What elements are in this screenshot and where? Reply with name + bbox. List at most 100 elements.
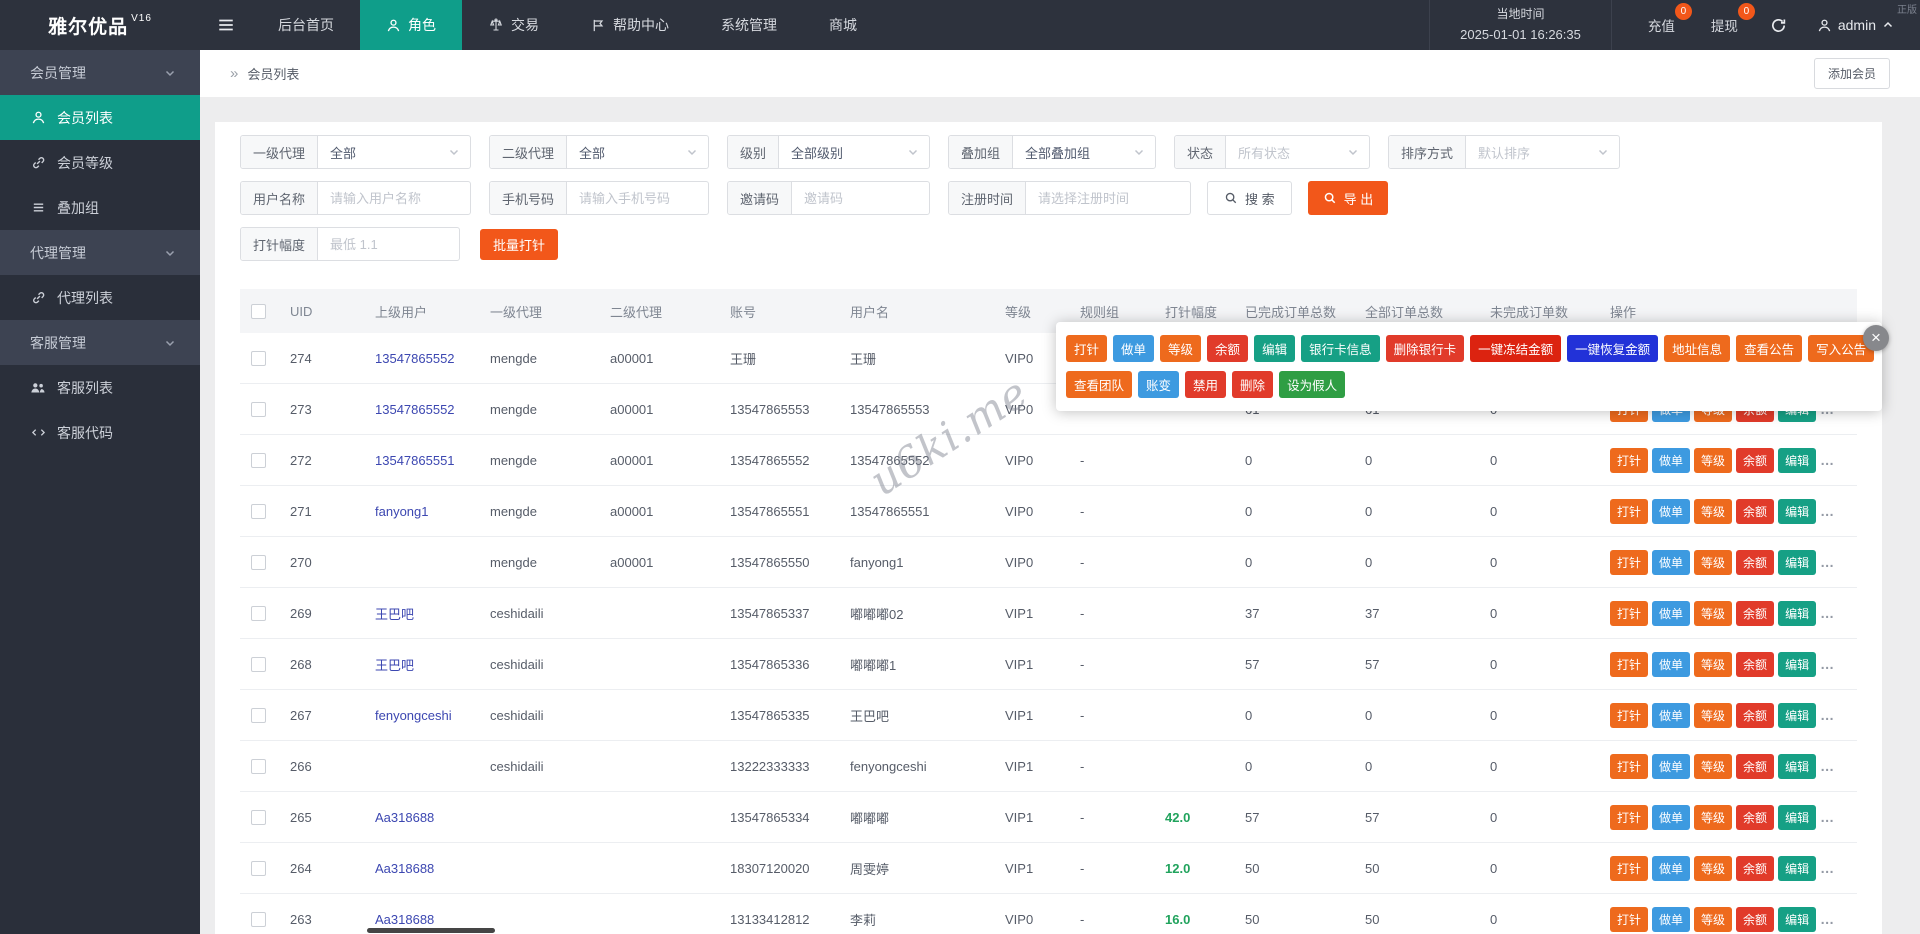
agent1-select[interactable]: 一级代理 全部 bbox=[240, 135, 471, 169]
row-action-inject[interactable]: 打针 bbox=[1610, 600, 1649, 626]
inject-range-input[interactable] bbox=[318, 228, 459, 260]
row-checkbox[interactable] bbox=[250, 350, 266, 366]
nav-item-system[interactable]: 系统管理 bbox=[695, 0, 803, 50]
horizontal-scrollbar[interactable] bbox=[367, 928, 495, 933]
withdraw-button[interactable]: 提现 0 bbox=[1711, 3, 1755, 35]
popup-action-delete[interactable]: 删除 bbox=[1232, 371, 1274, 398]
popup-action-freeze-amount[interactable]: 一键冻结金额 bbox=[1470, 335, 1562, 362]
popup-action-view-notice[interactable]: 查看公告 bbox=[1736, 335, 1803, 362]
row-action-more[interactable]: … bbox=[1820, 452, 1835, 468]
row-action-inject[interactable]: 打针 bbox=[1610, 804, 1649, 830]
select-all-checkbox[interactable] bbox=[250, 303, 266, 319]
batch-inject-button[interactable]: 批量打针 bbox=[480, 228, 559, 260]
popup-action-inject[interactable]: 打针 bbox=[1066, 335, 1108, 362]
row-checkbox[interactable] bbox=[250, 911, 266, 927]
row-action-inject[interactable]: 打针 bbox=[1610, 906, 1649, 932]
row-action-balance[interactable]: 余额 bbox=[1736, 753, 1775, 779]
row-action-more[interactable]: … bbox=[1820, 503, 1835, 519]
status-select[interactable]: 状态 所有状态 bbox=[1174, 135, 1370, 169]
sort-select[interactable]: 排序方式 默认排序 bbox=[1388, 135, 1620, 169]
invite-code-input[interactable] bbox=[792, 182, 929, 214]
row-action-balance[interactable]: 余额 bbox=[1736, 702, 1775, 728]
row-action-balance[interactable]: 余额 bbox=[1736, 498, 1775, 524]
search-button[interactable]: 搜 索 bbox=[1207, 181, 1292, 215]
row-action-level[interactable]: 等级 bbox=[1694, 498, 1733, 524]
row-action-edit[interactable]: 编辑 bbox=[1778, 549, 1817, 575]
nav-item-help-center[interactable]: 帮助中心 bbox=[565, 0, 695, 50]
popup-action-make-order[interactable]: 做单 bbox=[1113, 335, 1155, 362]
row-action-inject[interactable]: 打针 bbox=[1610, 702, 1649, 728]
popup-action-view-team[interactable]: 查看团队 bbox=[1066, 371, 1133, 398]
username-input[interactable] bbox=[318, 182, 470, 214]
row-checkbox[interactable] bbox=[250, 452, 266, 468]
row-action-level[interactable]: 等级 bbox=[1694, 855, 1733, 881]
parent-user-link[interactable]: 13547865552 bbox=[375, 402, 455, 417]
sidebar-item-member-level[interactable]: 会员等级 bbox=[0, 140, 200, 185]
sidebar-group-agents[interactable]: 代理管理 bbox=[0, 230, 200, 275]
row-action-edit[interactable]: 编辑 bbox=[1778, 498, 1817, 524]
sidebar-item-member-list[interactable]: 会员列表 bbox=[0, 95, 200, 140]
parent-user-link[interactable]: fenyongceshi bbox=[375, 708, 452, 723]
row-action-level[interactable]: 等级 bbox=[1694, 906, 1733, 932]
parent-user-link[interactable]: fanyong1 bbox=[375, 504, 429, 519]
hamburger-icon[interactable] bbox=[200, 0, 252, 50]
row-action-level[interactable]: 等级 bbox=[1694, 600, 1733, 626]
export-button[interactable]: 导 出 bbox=[1307, 181, 1389, 215]
row-checkbox[interactable] bbox=[250, 605, 266, 621]
phone-input[interactable] bbox=[567, 182, 708, 214]
row-action-level[interactable]: 等级 bbox=[1694, 702, 1733, 728]
nav-item-trade[interactable]: 交易 bbox=[462, 0, 565, 50]
popup-action-delete-bank-card[interactable]: 删除银行卡 bbox=[1385, 335, 1465, 362]
sidebar-item-support-code[interactable]: 客服代码 bbox=[0, 410, 200, 455]
row-action-more[interactable]: … bbox=[1820, 707, 1835, 723]
row-action-inject[interactable]: 打针 bbox=[1610, 549, 1649, 575]
row-action-balance[interactable]: 余额 bbox=[1736, 804, 1775, 830]
row-action-balance[interactable]: 余额 bbox=[1736, 549, 1775, 575]
parent-user-link[interactable]: 王巴吧 bbox=[375, 658, 414, 673]
sidebar-item-support-list[interactable]: 客服列表 bbox=[0, 365, 200, 410]
row-action-edit[interactable]: 编辑 bbox=[1778, 651, 1817, 677]
row-checkbox[interactable] bbox=[250, 758, 266, 774]
row-action-inject[interactable]: 打针 bbox=[1610, 651, 1649, 677]
popup-action-bank-card-info[interactable]: 银行卡信息 bbox=[1301, 335, 1380, 362]
popup-action-set-fake-user[interactable]: 设为假人 bbox=[1279, 371, 1346, 398]
row-action-balance[interactable]: 余额 bbox=[1736, 855, 1775, 881]
nav-item-home[interactable]: 后台首页 bbox=[252, 0, 360, 50]
row-checkbox[interactable] bbox=[250, 707, 266, 723]
row-action-make-order[interactable]: 做单 bbox=[1652, 447, 1691, 473]
row-action-edit[interactable]: 编辑 bbox=[1778, 447, 1817, 473]
row-action-make-order[interactable]: 做单 bbox=[1652, 600, 1691, 626]
row-action-inject[interactable]: 打针 bbox=[1610, 855, 1649, 881]
popup-action-balance[interactable]: 余额 bbox=[1207, 335, 1249, 362]
sidebar-group-support[interactable]: 客服管理 bbox=[0, 320, 200, 365]
row-action-make-order[interactable]: 做单 bbox=[1652, 549, 1691, 575]
row-action-level[interactable]: 等级 bbox=[1694, 804, 1733, 830]
row-action-balance[interactable]: 余额 bbox=[1736, 447, 1775, 473]
row-action-more[interactable]: … bbox=[1820, 656, 1835, 672]
level-select[interactable]: 级别 全部级别 bbox=[727, 135, 930, 169]
row-action-level[interactable]: 等级 bbox=[1694, 447, 1733, 473]
row-action-balance[interactable]: 余额 bbox=[1736, 906, 1775, 932]
popup-action-restore-amount[interactable]: 一键恢复金额 bbox=[1567, 335, 1659, 362]
row-action-edit[interactable]: 编辑 bbox=[1778, 600, 1817, 626]
register-time-input[interactable] bbox=[1026, 182, 1190, 214]
row-action-inject[interactable]: 打针 bbox=[1610, 498, 1649, 524]
row-checkbox[interactable] bbox=[250, 809, 266, 825]
row-action-edit[interactable]: 编辑 bbox=[1778, 702, 1817, 728]
agent2-select[interactable]: 二级代理 全部 bbox=[489, 135, 709, 169]
row-action-level[interactable]: 等级 bbox=[1694, 549, 1733, 575]
row-action-edit[interactable]: 编辑 bbox=[1778, 753, 1817, 779]
row-checkbox[interactable] bbox=[250, 503, 266, 519]
row-action-edit[interactable]: 编辑 bbox=[1778, 906, 1817, 932]
row-action-level[interactable]: 等级 bbox=[1694, 651, 1733, 677]
row-action-more[interactable]: … bbox=[1820, 554, 1835, 570]
popup-action-disable[interactable]: 禁用 bbox=[1185, 371, 1227, 398]
row-action-make-order[interactable]: 做单 bbox=[1652, 906, 1691, 932]
add-member-button[interactable]: 添加会员 bbox=[1813, 58, 1890, 89]
row-action-more[interactable]: … bbox=[1820, 860, 1835, 876]
row-action-make-order[interactable]: 做单 bbox=[1652, 498, 1691, 524]
recharge-button[interactable]: 充值 0 bbox=[1648, 3, 1692, 35]
row-action-make-order[interactable]: 做单 bbox=[1652, 651, 1691, 677]
close-icon[interactable]: × bbox=[1863, 325, 1889, 351]
stack-group-select[interactable]: 叠加组 全部叠加组 bbox=[948, 135, 1156, 169]
